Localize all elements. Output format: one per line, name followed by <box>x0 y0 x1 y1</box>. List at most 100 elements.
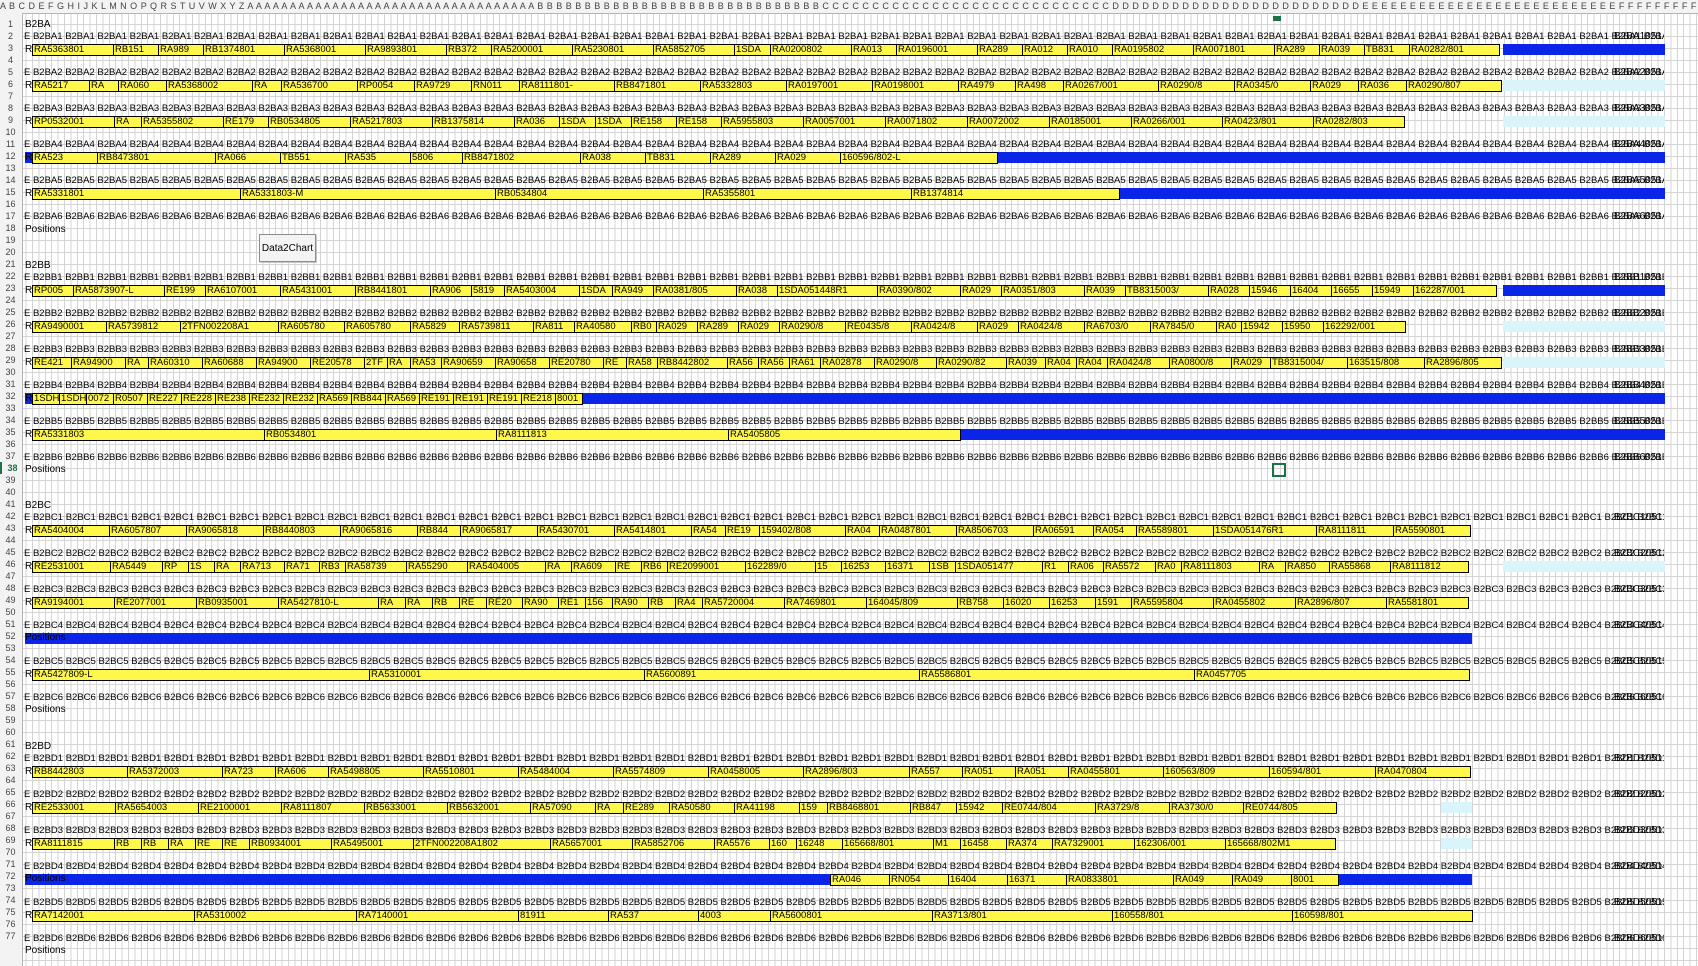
row-number[interactable]: 47 <box>0 570 21 582</box>
data-cell[interactable]: RA58739 <box>345 561 407 573</box>
row-number[interactable]: 15 <box>0 186 21 198</box>
data-cell[interactable]: 159402/808 <box>759 525 846 537</box>
data-cell[interactable]: RB5633001 <box>364 802 448 814</box>
data-cell[interactable]: RA8111815 <box>32 838 115 850</box>
data-cell[interactable]: RA0057001 <box>803 116 886 128</box>
row-number[interactable]: 7 <box>0 90 21 102</box>
header-row-b2ba3[interactable]: E B2BA3 B2BA3 B2BA3 B2BA3 B2BA3 B2BA3 B2… <box>24 103 1664 115</box>
data-cell[interactable]: 1SDH <box>59 393 87 405</box>
data-cell[interactable]: RE2077001 <box>114 597 197 609</box>
data-cell[interactable]: 8001 <box>1291 874 1339 886</box>
row-number[interactable]: 70 <box>0 846 21 858</box>
data-cell[interactable]: 5806 <box>410 152 463 164</box>
data-cell[interactable]: RA <box>378 597 406 609</box>
data-cell[interactable]: RA5404004 <box>32 525 110 537</box>
data-cell[interactable]: RA7142001 <box>32 910 195 922</box>
data-cell[interactable]: RA41198 <box>734 802 800 814</box>
data-cell[interactable]: RA5355801 <box>703 188 912 200</box>
data-cell[interactable]: 5819 <box>471 285 505 297</box>
data-cell[interactable]: RA4 <box>675 597 703 609</box>
data-cell[interactable]: 1SDA <box>579 285 613 297</box>
data-cell[interactable]: 15950 <box>1282 321 1324 333</box>
row-number[interactable]: 27 <box>0 330 21 342</box>
data-cell[interactable]: RA5495001 <box>331 838 414 850</box>
data-cell[interactable]: RA <box>125 357 149 369</box>
data-cell[interactable]: RA029 <box>656 321 698 333</box>
data-cell[interactable]: RA3730/0 <box>1169 802 1244 814</box>
data-cell[interactable]: 163515/808 <box>1347 357 1425 369</box>
data-cell[interactable]: RA010 <box>1067 44 1113 56</box>
data-cell[interactable]: RA56 <box>727 357 759 369</box>
row-number[interactable]: 53 <box>0 642 21 654</box>
data-cell[interactable]: RA <box>1259 561 1286 573</box>
data-cell[interactable]: RE0744/805 <box>1243 802 1337 814</box>
selection-fill-handle[interactable] <box>1272 463 1286 477</box>
data-cell[interactable]: RB0935001 <box>196 597 279 609</box>
data-cell[interactable]: RA0071801 <box>1193 44 1275 56</box>
data-cell[interactable]: RB8440803 <box>263 525 341 537</box>
data-cell[interactable]: RA0290/807 <box>1406 80 1502 92</box>
row-number[interactable]: 25 <box>0 306 21 318</box>
row-number[interactable]: 56 <box>0 678 21 690</box>
data-cell[interactable]: RA0470804 <box>1375 766 1471 778</box>
data-cell[interactable]: RA029 <box>738 321 780 333</box>
data-cell[interactable]: RA046 <box>830 874 890 886</box>
data-cell[interactable]: RA5217 <box>32 80 90 92</box>
data-cell[interactable]: RN054 <box>889 874 949 886</box>
data-cell[interactable]: RA5331803 <box>32 429 265 441</box>
data-cell[interactable]: RA0455802 <box>1213 597 1296 609</box>
data-cell[interactable]: RA289 <box>977 44 1023 56</box>
header-row-b2bd3[interactable]: E B2BD3 B2BD3 B2BD3 B2BD3 B2BD3 B2BD3 B2… <box>24 825 1664 837</box>
data-cell[interactable]: RB0534804 <box>495 188 704 200</box>
data-cell[interactable]: RA5331803-M <box>240 188 496 200</box>
data-cell[interactable]: 16371 <box>1007 874 1067 886</box>
data-cell[interactable]: 2TF <box>364 357 388 369</box>
data-cell[interactable]: RA0424/8 <box>1107 357 1170 369</box>
data-cell[interactable]: RA557 <box>909 766 963 778</box>
data-cell[interactable]: RP005 <box>32 285 74 297</box>
data-cell[interactable]: TB831 <box>645 152 711 164</box>
data-cell[interactable]: RA0424/8 <box>911 321 978 333</box>
data-cell[interactable]: RB8473801 <box>97 152 216 164</box>
data-cell[interactable]: RA5955803 <box>721 116 804 128</box>
data-cell[interactable]: RA0267/001 <box>1063 80 1159 92</box>
data-cell[interactable]: RA5829 <box>410 321 460 333</box>
data-cell[interactable]: RP0054 <box>357 80 415 92</box>
data-cell[interactable]: RA5873907-L <box>73 285 165 297</box>
data-cell[interactable]: RA051 <box>962 766 1016 778</box>
data-cell[interactable]: RA5600801 <box>770 910 933 922</box>
data-cell[interactable]: RA5430701 <box>537 525 615 537</box>
data-cell[interactable]: RE158 <box>676 116 722 128</box>
data-cell[interactable]: 16020 <box>1003 597 1050 609</box>
data-cell[interactable]: RA58 <box>626 357 658 369</box>
data-cell[interactable]: RE20578 <box>310 357 365 369</box>
data-cell[interactable]: RA5368002 <box>166 80 253 92</box>
data-cell[interactable]: RB0934001 <box>249 838 332 850</box>
data-cell[interactable]: RA8111801- <box>519 80 615 92</box>
data-cell[interactable]: RA066 <box>215 152 281 164</box>
data-cell[interactable]: 1SDH <box>32 393 60 405</box>
header-row-b2bd4[interactable]: E B2BD4 B2BD4 B2BD4 B2BD4 B2BD4 B2BD4 B2… <box>24 861 1664 873</box>
header-row-b2bd6[interactable]: E B2BD6 B2BD6 B2BD6 B2BD6 B2BD6 B2BD6 B2… <box>24 933 1664 945</box>
data-cell[interactable]: RA0071802 <box>885 116 968 128</box>
data-cell[interactable]: 2TFN002208A1 <box>180 321 279 333</box>
data-cell[interactable]: R1 <box>1042 561 1069 573</box>
data-cell[interactable]: RE227 <box>147 393 182 405</box>
header-row-b2ba1[interactable]: E B2BA1 B2BA1 B2BA1 B2BA1 B2BA1 B2BA1 B2… <box>24 31 1664 43</box>
data-cell[interactable]: 8001 <box>555 393 583 405</box>
data-cell[interactable]: RE1 <box>558 597 586 609</box>
data-cell[interactable]: RA5404005 <box>467 561 546 573</box>
data-cell[interactable]: RA605780 <box>278 321 345 333</box>
row-number[interactable]: 46 <box>0 558 21 570</box>
data-cell[interactable]: RA5217803 <box>350 116 433 128</box>
header-row-b2bb3[interactable]: E B2BB3 B2BB3 B2BB3 B2BB3 B2BB3 B2BB3 B2… <box>24 344 1664 356</box>
data-cell[interactable]: RA0282/803 <box>1313 116 1405 128</box>
data-cell[interactable]: RE <box>195 838 223 850</box>
data-cell[interactable]: RA55868 <box>1329 561 1391 573</box>
data-cell[interactable]: RA6107001 <box>205 285 281 297</box>
data-cell[interactable]: RE232 <box>249 393 284 405</box>
row-number[interactable]: 31 <box>0 378 21 390</box>
data-cell[interactable]: TB8315003/ <box>1125 285 1209 297</box>
row-number[interactable]: 55 <box>0 666 21 678</box>
data-cell[interactable]: RA54 <box>691 525 726 537</box>
